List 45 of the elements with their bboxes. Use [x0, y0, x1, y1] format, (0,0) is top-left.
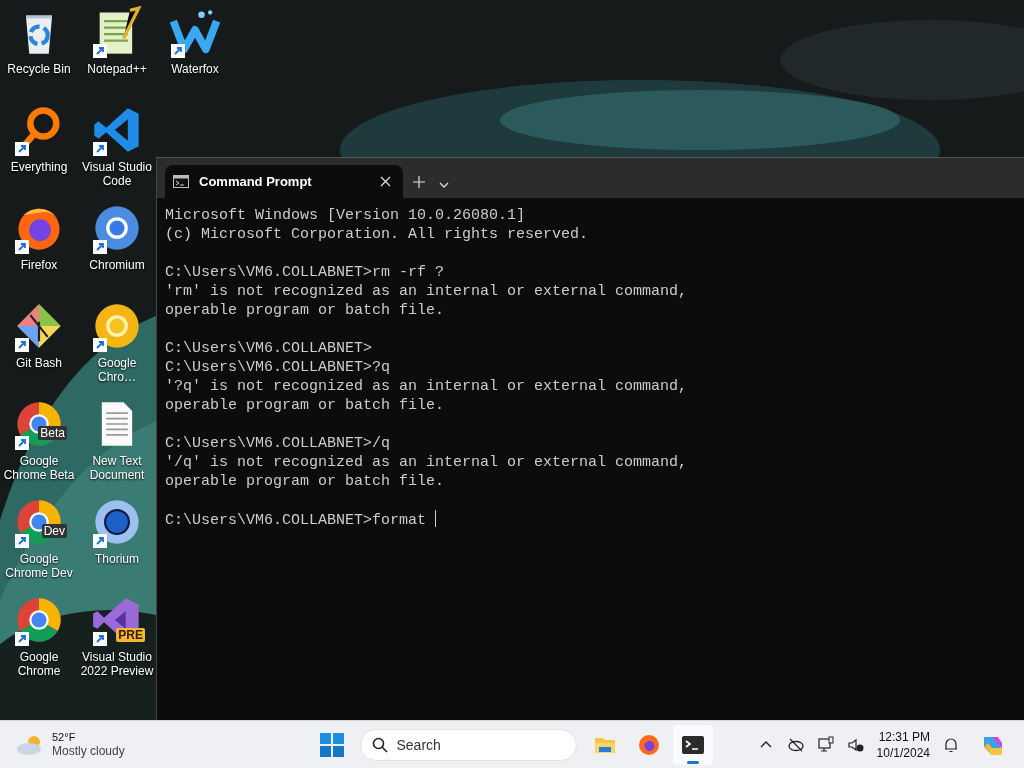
- console-line: C:\Users\VM6.COLLABNET>format: [165, 510, 437, 530]
- icon-label[interactable]: Visual Studio Code: [78, 160, 156, 188]
- monitor-icon: [816, 735, 835, 754]
- caret-icon: [439, 182, 449, 188]
- search-field[interactable]: Search: [359, 728, 577, 761]
- console-line: operable program or batch file.: [165, 301, 445, 320]
- bell-icon: [942, 735, 960, 754]
- icon-label[interactable]: Visual Studio 2022 Preview: [78, 650, 156, 678]
- fox-icon: [636, 732, 661, 757]
- console-line: '/q' is not recognized as an internal or external command,: [165, 453, 688, 472]
- icon-label[interactable]: Notepad++: [78, 62, 156, 76]
- icon-label[interactable]: Recycle Bin: [0, 62, 78, 76]
- icon-label[interactable]: New Text Document: [78, 454, 156, 482]
- icon-label[interactable]: Google Chrome: [0, 650, 78, 678]
- console-icon: [173, 175, 189, 188]
- icon-label[interactable]: Google Chro…: [78, 356, 156, 384]
- console-line: operable program or batch file.: [165, 472, 445, 491]
- icon-label[interactable]: Firefox: [0, 258, 78, 272]
- icon-label[interactable]: Google Chrome Beta: [0, 454, 78, 482]
- icon-label[interactable]: Thorium: [78, 552, 156, 566]
- icon-badge: Beta: [38, 426, 67, 440]
- icon-label[interactable]: Waterfox: [156, 62, 234, 76]
- clock[interactable]: 12:31 PM 10/1/2024: [876, 728, 930, 761]
- windows-logo-icon: [319, 732, 344, 757]
- icon-label[interactable]: Everything: [0, 160, 78, 174]
- icon-label[interactable]: Git Bash: [0, 356, 78, 370]
- icon-badge: Dev: [41, 524, 67, 538]
- console-line: operable program or batch file.: [165, 396, 445, 415]
- taskbar-app-button[interactable]: [672, 724, 713, 765]
- terminal-tab[interactable]: Command Prompt: [165, 165, 403, 198]
- close-icon[interactable]: [380, 176, 391, 187]
- console-line: '?q' is not recognized as an internal or external command,: [165, 377, 688, 396]
- console-line: C:\Users\VM6.COLLABNET>/q: [165, 434, 391, 453]
- icon-badge: PRE: [116, 628, 145, 642]
- icon-label[interactable]: Google Chrome Dev: [0, 552, 78, 580]
- plus-icon: [413, 176, 425, 188]
- weather-condition: Mostly cloudy: [52, 744, 125, 759]
- console-line: (c) Microsoft Corporation. All rights reserved.: [165, 225, 589, 244]
- temperature-text: 52°F: [52, 730, 77, 744]
- console-line: 'rm' is not recognized as an internal or external command,: [165, 282, 688, 301]
- icon-label[interactable]: Chromium: [78, 258, 156, 272]
- console-line: C:\Users\VM6.COLLABNET>?q: [165, 358, 391, 377]
- console-line: Microsoft Windows [Version 10.0.26080.1]: [165, 206, 526, 225]
- console-line: C:\Users\VM6.COLLABNET>rm -rf ?: [165, 263, 445, 282]
- console-line: C:\Users\VM6.COLLABNET>: [165, 339, 373, 358]
